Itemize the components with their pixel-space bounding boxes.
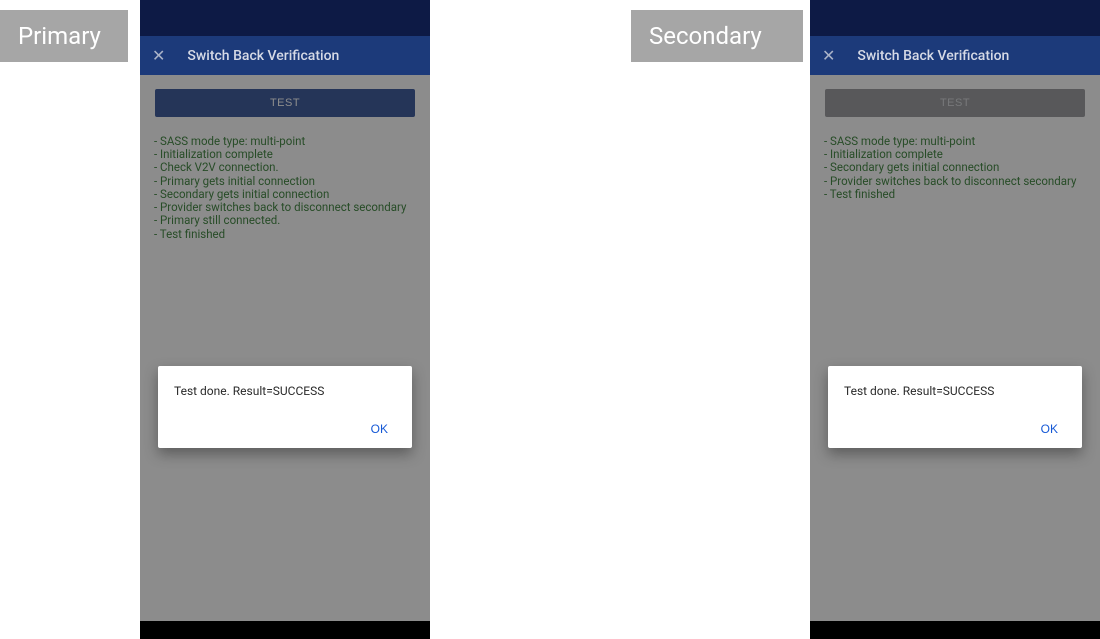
overlay-label-primary: Primary [0, 10, 128, 62]
status-bar [140, 0, 430, 36]
modal-scrim[interactable] [140, 75, 430, 621]
close-icon[interactable]: ✕ [152, 48, 165, 64]
status-bar [810, 0, 1100, 36]
ok-button[interactable]: OK [363, 418, 396, 440]
close-icon[interactable]: ✕ [822, 48, 835, 64]
result-dialog: Test done. Result=SUCCESS OK [828, 366, 1082, 448]
overlay-label-secondary: Secondary [631, 10, 803, 62]
page-title: Switch Back Verification [187, 48, 339, 64]
ok-button[interactable]: OK [1033, 418, 1066, 440]
result-dialog: Test done. Result=SUCCESS OK [158, 366, 412, 448]
content-area: TEST - SASS mode type: multi-point - Ini… [810, 75, 1100, 621]
primary-phone: ✕ Switch Back Verification TEST - SASS m… [140, 0, 430, 639]
modal-scrim[interactable] [810, 75, 1100, 621]
dialog-message: Test done. Result=SUCCESS [844, 384, 1066, 398]
dialog-message: Test done. Result=SUCCESS [174, 384, 396, 398]
app-bar: ✕ Switch Back Verification [140, 36, 430, 75]
nav-bar [810, 621, 1100, 639]
content-area: TEST - SASS mode type: multi-point - Ini… [140, 75, 430, 621]
secondary-phone: ✕ Switch Back Verification TEST - SASS m… [810, 0, 1100, 639]
app-bar: ✕ Switch Back Verification [810, 36, 1100, 75]
page-title: Switch Back Verification [857, 48, 1009, 64]
nav-bar [140, 621, 430, 639]
